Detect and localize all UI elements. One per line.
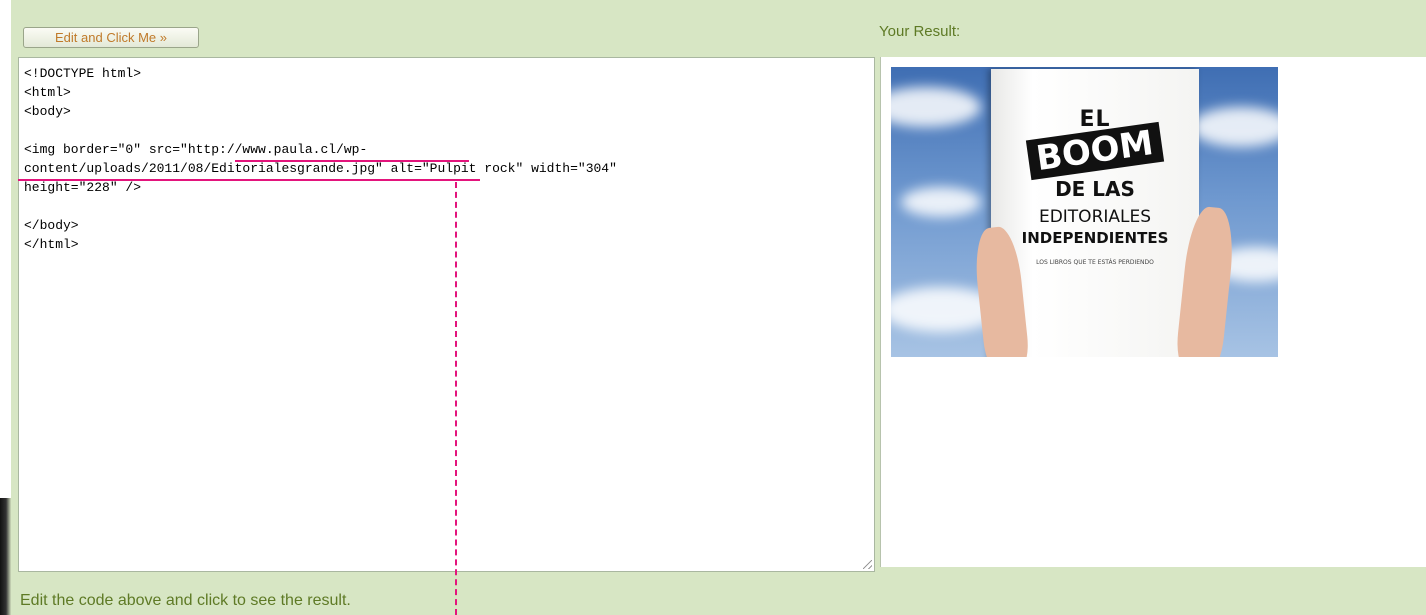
code-text[interactable]: <!DOCTYPE html> <html> <body> <img borde… xyxy=(24,64,617,254)
edit-and-click-button[interactable]: Edit and Click Me » xyxy=(23,27,199,48)
result-image: EL BOOM DE LAS EDITORIALES INDEPENDIENTE… xyxy=(891,67,1278,357)
your-result-label: Your Result: xyxy=(879,23,961,40)
footer-instructions: Edit the code above and click to see the… xyxy=(20,592,351,609)
annotation-dashed-line xyxy=(455,182,457,615)
cover-line-independientes: INDEPENDIENTES xyxy=(1021,229,1169,247)
resize-grip-icon[interactable] xyxy=(863,560,872,569)
code-editor[interactable]: <!DOCTYPE html> <html> <body> <img borde… xyxy=(18,57,875,572)
cover-line-delas: DE LAS xyxy=(1055,177,1135,201)
cover-boom-text: BOOM xyxy=(1026,121,1164,181)
cover-tagline: LOS LIBROS QUE TE ESTÁS PERDIENDO xyxy=(1036,259,1154,266)
result-panel: EL BOOM DE LAS EDITORIALES INDEPENDIENTE… xyxy=(880,57,1426,567)
annotation-underline xyxy=(18,179,480,181)
left-edge-shadow xyxy=(0,498,11,615)
cover-line-boom: BOOM xyxy=(991,121,1199,181)
annotation-underline xyxy=(235,160,469,162)
cover-line-editoriales: EDITORIALES xyxy=(1038,207,1152,227)
cover-line-el: EL xyxy=(1079,107,1111,132)
